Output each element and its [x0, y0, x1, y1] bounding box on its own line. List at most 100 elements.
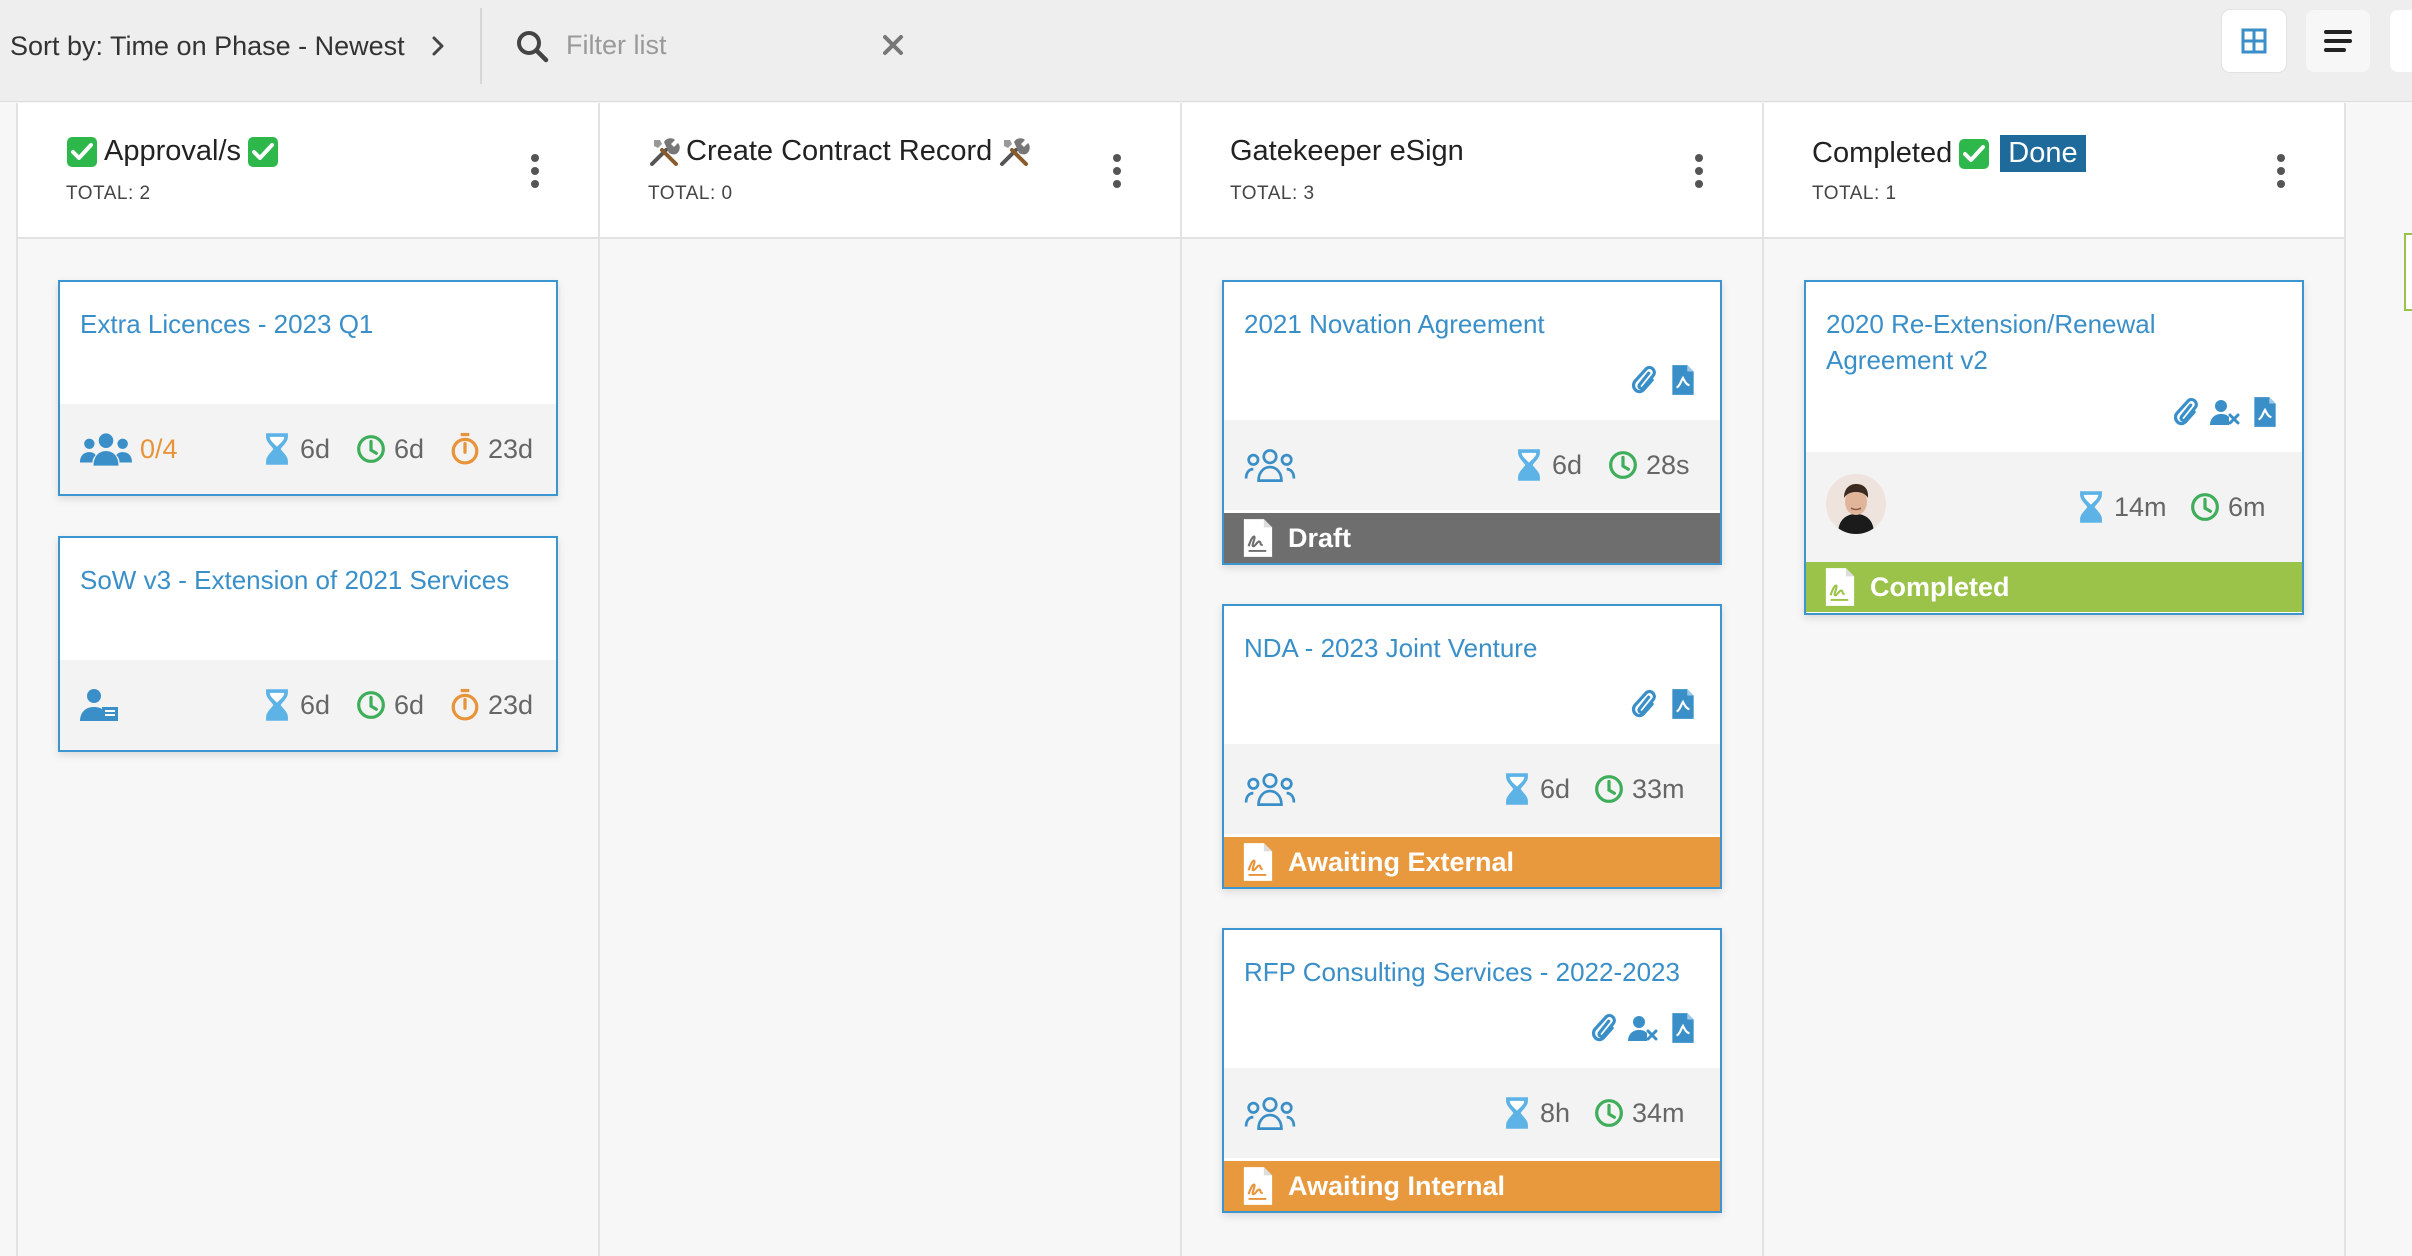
column-header: Completed Done TOTAL: 1: [1764, 103, 2344, 239]
pdf-icon: [1668, 364, 1698, 396]
kebab-menu-icon[interactable]: [528, 153, 542, 189]
search-icon: [517, 31, 549, 63]
column-completed: Completed Done TOTAL: 1 2020 Re-Extensio…: [1764, 103, 2344, 1256]
hourglass-icon: [1502, 1096, 1532, 1130]
paperclip-icon: [1628, 364, 1658, 396]
elapsed-time: 33m: [1594, 744, 1685, 834]
pdf-icon: [2250, 396, 2280, 428]
close-icon[interactable]: [880, 32, 906, 58]
grid-icon: [2241, 28, 2267, 54]
kebab-menu-icon[interactable]: [1110, 153, 1124, 189]
contract-card[interactable]: NDA - 2023 Joint Venture 6d 33m Awaiting…: [1222, 604, 1722, 889]
column-approvals: Approval/s TOTAL: 2 Extra Licences - 202…: [18, 103, 598, 1256]
card-title[interactable]: SoW v3 - Extension of 2021 Services: [80, 562, 536, 598]
kebab-menu-icon[interactable]: [2274, 153, 2288, 189]
grid-view-button[interactable]: [2222, 10, 2286, 72]
paperclip-icon: [1588, 1012, 1618, 1044]
card-title[interactable]: NDA - 2023 Joint Venture: [1244, 630, 1700, 666]
card-title[interactable]: Extra Licences - 2023 Q1: [80, 306, 536, 342]
column-total: TOTAL: 1: [1812, 183, 1897, 204]
next-column-edge: [2404, 233, 2412, 311]
phase-time: 8h: [1502, 1068, 1570, 1158]
contract-card[interactable]: SoW v3 - Extension of 2021 Services 6d 6…: [58, 536, 558, 752]
contract-card[interactable]: 2021 Novation Agreement 6d 28s Draft: [1222, 280, 1722, 565]
card-title[interactable]: RFP Consulting Services - 2022-2023: [1244, 954, 1700, 990]
card-title[interactable]: 2021 Novation Agreement: [1244, 306, 1700, 342]
hourglass-icon: [262, 688, 292, 722]
filter-input[interactable]: [566, 22, 866, 68]
signature-document-icon: [1242, 842, 1274, 882]
phase-time: 14m: [2076, 452, 2167, 562]
check-mark-icon: [247, 136, 279, 168]
toolbar: Sort by: Time on Phase - Newest: [0, 0, 2412, 102]
check-mark-icon: [1958, 138, 1990, 170]
tools-icon: [998, 136, 1030, 168]
participants-meta: [1244, 1068, 1296, 1158]
elapsed-time: 6m: [2190, 452, 2266, 562]
status-bar-awaiting-internal: Awaiting Internal: [1224, 1161, 1720, 1211]
column-total: TOTAL: 3: [1230, 183, 1315, 204]
clock-icon: [1608, 448, 1638, 482]
column-create-contract-record: Create Contract Record TOTAL: 0: [600, 103, 1180, 1256]
column-title: Approval/s: [66, 135, 279, 168]
phase-time: 6d: [262, 660, 330, 750]
clock-icon: [1594, 772, 1624, 806]
contract-card[interactable]: Extra Licences - 2023 Q1 0/4 6d 6d 23d: [58, 280, 558, 496]
toolbar-divider: [480, 8, 482, 84]
users-icon: [1244, 1095, 1296, 1131]
column-header: Gatekeeper eSign TOTAL: 3: [1182, 103, 1762, 239]
card-icons: [1628, 364, 1698, 396]
pdf-icon: [1668, 1012, 1698, 1044]
card-icons: [1588, 1012, 1698, 1044]
pdf-icon: [1668, 688, 1698, 720]
column-total: TOTAL: 0: [648, 183, 733, 204]
contract-card[interactable]: RFP Consulting Services - 2022-2023 8h 3…: [1222, 928, 1722, 1213]
user-card-icon: [80, 687, 120, 723]
kanban-board: Approval/s TOTAL: 2 Extra Licences - 202…: [0, 103, 2412, 1256]
status-bar-awaiting-external: Awaiting External: [1224, 837, 1720, 887]
assignee-meta: [80, 660, 120, 750]
sort-label: Sort by: Time on Phase - Newest: [10, 30, 405, 61]
status-bar-completed: Completed: [1806, 562, 2302, 612]
kebab-menu-icon[interactable]: [1692, 153, 1706, 189]
column-title: Completed Done: [1812, 135, 2086, 172]
contract-card[interactable]: 2020 Re-Extension/Renewal Agreement v2 1…: [1804, 280, 2304, 615]
timer-time: 23d: [450, 660, 533, 750]
hourglass-icon: [1502, 772, 1532, 806]
card-title[interactable]: 2020 Re-Extension/Renewal Agreement v2: [1826, 306, 2282, 378]
phase-time: 6d: [1502, 744, 1570, 834]
users-icon: [1244, 771, 1296, 807]
clock-icon: [2190, 490, 2220, 524]
column-total: TOTAL: 2: [66, 183, 151, 204]
card-footer: 14m 6m: [1806, 452, 2302, 562]
card-icons: [2170, 396, 2280, 428]
paperclip-icon: [1628, 688, 1658, 720]
check-mark-icon: [66, 136, 98, 168]
column-title: Gatekeeper eSign: [1230, 135, 1464, 167]
list-view-button[interactable]: [2306, 10, 2370, 72]
hourglass-icon: [1514, 448, 1544, 482]
approvals-meta: 0/4: [80, 404, 178, 494]
user-settings-icon: [1628, 1012, 1658, 1044]
hourglass-icon: [262, 432, 292, 466]
signature-document-icon: [1242, 1166, 1274, 1206]
hourglass-icon: [2076, 490, 2106, 524]
users-icon: [80, 431, 132, 467]
card-icons: [1628, 688, 1698, 720]
done-badge: Done: [2000, 135, 2086, 172]
column-header: Approval/s TOTAL: 2: [18, 103, 598, 239]
card-footer: 6d 28s: [1224, 420, 1720, 510]
status-bar-draft: Draft: [1224, 513, 1720, 563]
card-footer: 0/4 6d 6d 23d: [60, 404, 556, 494]
clock-icon: [1594, 1096, 1624, 1130]
more-view-button[interactable]: [2390, 10, 2412, 72]
approvals-count: 0/4: [140, 433, 178, 464]
clock-icon: [356, 688, 386, 722]
elapsed-time: 34m: [1594, 1068, 1685, 1158]
users-icon: [1244, 447, 1296, 483]
tools-icon: [648, 136, 680, 168]
phase-time: 6d: [1514, 420, 1582, 510]
stopwatch-icon: [450, 432, 480, 466]
sort-dropdown[interactable]: Sort by: Time on Phase - Newest: [10, 28, 453, 64]
timer-time: 23d: [450, 404, 533, 494]
